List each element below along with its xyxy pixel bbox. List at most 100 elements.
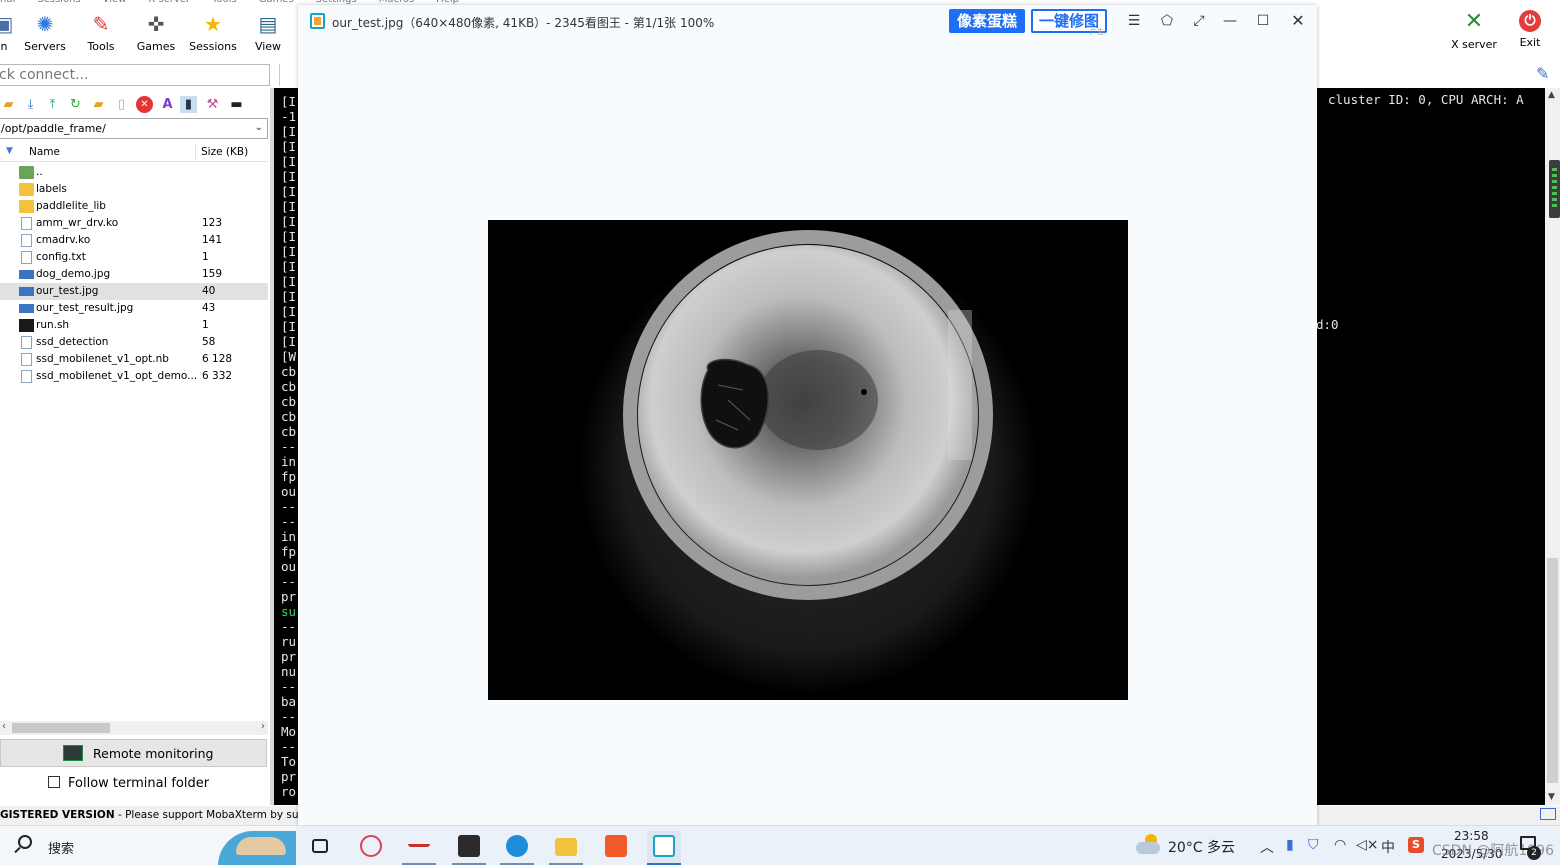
- file-row[interactable]: dog_demo.jpg 159: [0, 266, 268, 283]
- file-row[interactable]: ssd_mobilenet_v1_opt.nb 6 128: [0, 351, 268, 368]
- file-list-horizontal-scrollbar[interactable]: ‹ ›: [0, 721, 268, 735]
- toolbar-tools-button[interactable]: ✎ Tools: [75, 10, 127, 60]
- taskbar-app-snip[interactable]: [354, 831, 388, 863]
- folder-up-icon[interactable]: ▰: [0, 96, 17, 113]
- scroll-down-icon[interactable]: ▼: [1548, 792, 1555, 802]
- toolbar-exit-button[interactable]: ⏻ Exit: [1500, 10, 1560, 49]
- minimize-icon[interactable]: —: [1220, 11, 1240, 31]
- usb-icon[interactable]: ▮: [1286, 837, 1294, 853]
- weather-text[interactable]: 20°C 多云: [1168, 837, 1235, 857]
- image-viewer-window: our_test.jpg（640×480像素, 41KB）- 2345看图王 -…: [298, 5, 1317, 826]
- new-folder-icon[interactable]: ▰: [90, 96, 107, 113]
- toolbar-servers-button[interactable]: ✺ Servers: [19, 10, 71, 60]
- rename-icon[interactable]: A: [159, 96, 176, 113]
- menu-item[interactable]: Help: [436, 0, 459, 4]
- taskbar-app-mobaxterm[interactable]: [452, 831, 486, 865]
- file-list: .. labels paddlelite_lib amm_wr_drv.ko 123 cm…: [0, 164, 268, 385]
- security-shield-icon[interactable]: ⛉: [1308, 837, 1319, 853]
- menu-item[interactable]: nal: [0, 0, 15, 4]
- remote-monitoring-button[interactable]: Remote monitoring: [0, 739, 267, 767]
- panel-splitter[interactable]: [270, 88, 274, 805]
- menu-item[interactable]: X server: [148, 0, 190, 4]
- edge-browser-icon: [506, 835, 528, 857]
- sogou-ime-icon[interactable]: S: [1408, 837, 1424, 853]
- image-viewer-app-icon: [310, 13, 325, 29]
- file-row[interactable]: ..: [0, 164, 268, 181]
- file-row[interactable]: labels: [0, 181, 268, 198]
- file-name: our_test.jpg: [36, 285, 99, 297]
- viewer-title-bar[interactable]: our_test.jpg（640×480像素, 41KB）- 2345看图王 -…: [298, 5, 1317, 37]
- menu-item[interactable]: Sessions: [37, 0, 80, 4]
- file-row[interactable]: ssd_mobilenet_v1_opt_demo... 6 332: [0, 368, 268, 385]
- terminal-icon[interactable]: ▬: [228, 96, 245, 113]
- menu-item[interactable]: Tools: [212, 0, 237, 4]
- upload-icon[interactable]: ⤒: [44, 96, 61, 113]
- displayed-image[interactable]: [488, 220, 1128, 700]
- taskbar-app-wave[interactable]: [402, 831, 436, 865]
- sftp-path-select[interactable]: /opt/paddle_frame/ ⌄: [0, 118, 268, 139]
- wifi-icon[interactable]: ◠: [1334, 837, 1346, 853]
- menu-icon[interactable]: ☰: [1124, 11, 1144, 31]
- taskbar-app-explorer[interactable]: [549, 831, 583, 865]
- file-row[interactable]: our_test.jpg 40: [0, 283, 268, 300]
- weather-cloudy-icon[interactable]: [1136, 834, 1162, 854]
- menu-item[interactable]: View: [103, 0, 127, 4]
- toolbar-view-button[interactable]: ▤ View: [242, 10, 294, 60]
- taskbar-search[interactable]: 搜索: [0, 826, 296, 865]
- new-file-icon[interactable]: ▯: [113, 96, 130, 113]
- magic-wand-icon[interactable]: ⚒: [204, 96, 221, 113]
- column-size[interactable]: Size (KB): [201, 146, 248, 158]
- image-file-icon: [19, 287, 34, 296]
- close-icon[interactable]: ✕: [1288, 11, 1308, 31]
- volume-muted-icon[interactable]: ◁×: [1356, 837, 1379, 853]
- taskbar-app-edge[interactable]: [500, 831, 534, 865]
- monitor-icon: [1540, 808, 1556, 820]
- menu-item[interactable]: Settings: [316, 0, 357, 4]
- download-icon[interactable]: ⤓: [22, 96, 39, 113]
- taskbar-app-pdf[interactable]: [599, 831, 633, 863]
- file-size: 123: [202, 217, 223, 229]
- show-hidden-icons-chevron-icon[interactable]: ︿: [1260, 837, 1274, 857]
- menu-item[interactable]: Macros: [379, 0, 414, 4]
- delete-icon[interactable]: ✕: [136, 96, 153, 113]
- file-row[interactable]: cmadrv.ko 141: [0, 232, 268, 249]
- pixel-cake-button[interactable]: 像素蛋糕: [949, 9, 1025, 33]
- fullscreen-icon[interactable]: ⤢: [1189, 11, 1209, 31]
- file-row[interactable]: run.sh 1: [0, 317, 268, 334]
- column-name[interactable]: Name: [29, 146, 60, 158]
- terminal-output-line: cluster ID: 0, CPU ARCH: A: [1328, 92, 1524, 107]
- file-row[interactable]: our_test_result.jpg 43: [0, 300, 268, 317]
- scroll-up-icon[interactable]: ▲: [1548, 90, 1555, 100]
- toolbar-games-button[interactable]: ✜ Games: [130, 10, 182, 60]
- maximize-icon[interactable]: ☐: [1253, 11, 1273, 31]
- file-name: dog_demo.jpg: [36, 268, 111, 280]
- file-size: 43: [202, 302, 216, 314]
- permissions-icon[interactable]: ▮: [180, 96, 197, 113]
- scroll-left-icon[interactable]: ‹: [2, 721, 6, 732]
- home-tab[interactable]: [279, 64, 299, 86]
- menu-item[interactable]: Games: [259, 0, 294, 4]
- file-row[interactable]: amm_wr_drv.ko 123: [0, 215, 268, 232]
- parent-folder-icon: [19, 166, 34, 179]
- skin-icon[interactable]: ⬠: [1157, 11, 1177, 31]
- image-file-icon: [19, 304, 34, 313]
- toolbar-sessions-button[interactable]: ★ Sessions: [187, 10, 239, 60]
- file-row[interactable]: ssd_detection 58: [0, 334, 268, 351]
- toolbar-xserver-button[interactable]: ✕ X server: [1444, 10, 1504, 52]
- scrollbar-thumb[interactable]: [12, 723, 110, 733]
- quick-connect-input[interactable]: ck connect...: [0, 64, 270, 86]
- refresh-icon[interactable]: ↻: [67, 96, 84, 113]
- task-view-button[interactable]: [304, 831, 338, 863]
- file-name: our_test_result.jpg: [36, 302, 134, 314]
- file-icon: [21, 370, 32, 383]
- file-row[interactable]: config.txt 1: [0, 249, 268, 266]
- input-method-label[interactable]: 中: [1381, 837, 1395, 857]
- file-explorer-icon: [555, 838, 577, 856]
- attach-icon[interactable]: ✎: [1536, 64, 1549, 83]
- follow-terminal-folder-checkbox[interactable]: Follow terminal folder: [48, 776, 209, 791]
- scrollbar-thumb[interactable]: [1547, 558, 1558, 783]
- file-icon: [21, 217, 32, 230]
- file-row[interactable]: paddlelite_lib: [0, 198, 268, 215]
- scroll-right-icon[interactable]: ›: [261, 721, 265, 732]
- taskbar-app-image-viewer[interactable]: [647, 831, 681, 865]
